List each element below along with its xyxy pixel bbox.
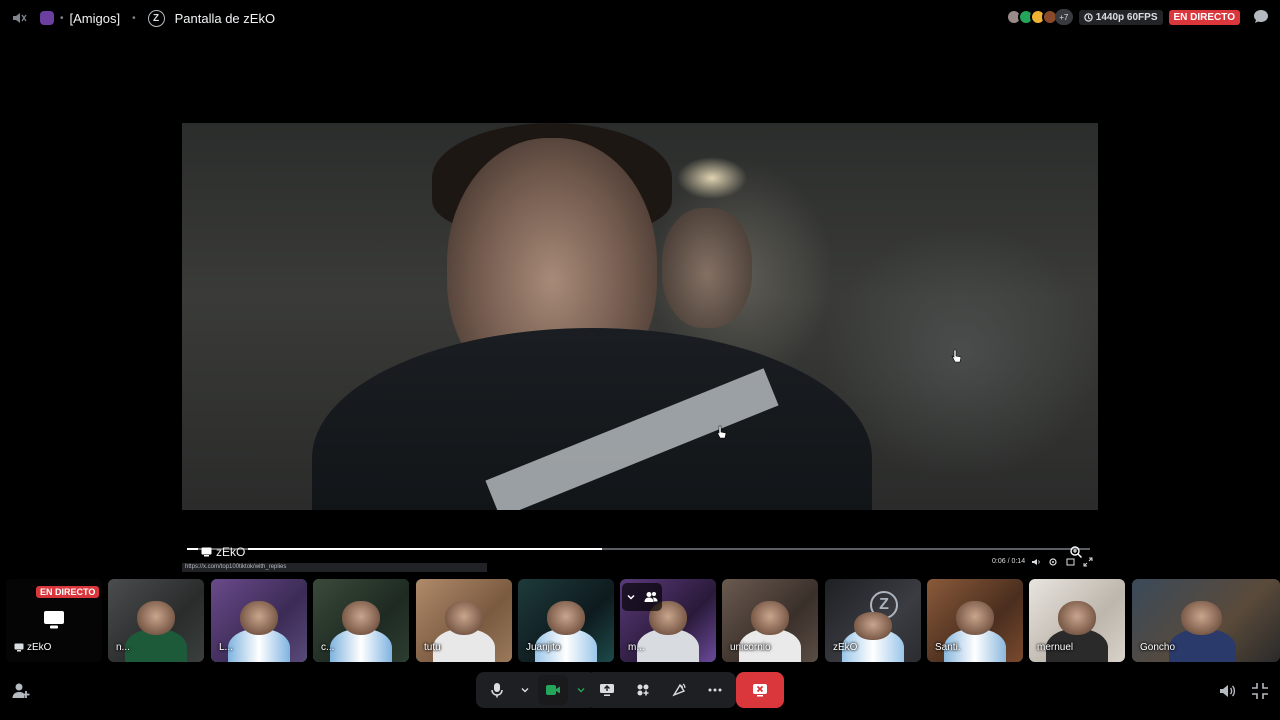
participant-name: Goncho (1140, 642, 1176, 653)
participant-name: n... (116, 642, 130, 653)
participant-name: c... (321, 642, 335, 653)
participant-name: zEkO (833, 642, 858, 653)
activity-controls (586, 672, 736, 708)
participant-tile[interactable]: m... (620, 579, 716, 662)
share-screen-icon (600, 684, 614, 696)
tile-overlay-controls[interactable] (622, 583, 662, 611)
activities-icon (637, 684, 649, 696)
chevron-down-icon (521, 688, 529, 693)
video-content (341, 600, 381, 636)
participant-tile[interactable]: mernuel (1029, 579, 1125, 662)
video-content (546, 600, 586, 636)
streamer-name: zEkO (216, 545, 246, 559)
hand-cursor-icon (716, 425, 727, 439)
quality-text: 1440p 60FPS (1095, 11, 1158, 23)
participant-name: zEkO (27, 642, 52, 653)
fullscreen-icon[interactable] (1083, 557, 1093, 567)
screen-share-icon (44, 611, 64, 629)
participant-tile[interactable]: Santi. (927, 579, 1023, 662)
screen-share-video[interactable] (182, 123, 1098, 510)
camera-icon (546, 685, 560, 695)
participant-name: m... (628, 642, 645, 653)
participant-name: tutu (424, 642, 441, 653)
microphone-options-button[interactable] (516, 675, 534, 705)
zoom-icon[interactable] (1069, 545, 1083, 559)
more-options-button[interactable] (700, 675, 730, 705)
stream-info-bar: zEkO https://x.com/top100tiktok/with_rep… (182, 540, 1098, 572)
channel-title: Pantalla de zEkO (174, 10, 276, 26)
video-content (444, 600, 484, 636)
participant-tile[interactable]: Juanjito (518, 579, 614, 662)
participant-tile-stream[interactable]: EN DIRECTO zEkO (6, 579, 102, 662)
separator-dot: • (132, 12, 136, 24)
participant-tile[interactable]: L... (211, 579, 307, 662)
participant-tile[interactable]: Goncho (1132, 579, 1280, 662)
video-content (312, 328, 872, 510)
streamer-label: zEkO (198, 545, 249, 559)
disconnect-icon (753, 684, 767, 697)
participant-tile[interactable]: Z zEkO (825, 579, 921, 662)
participant-tile[interactable]: n... (108, 579, 204, 662)
video-content (239, 600, 279, 636)
link-preview-url: https://x.com/top100tiktok/with_replies (182, 563, 487, 572)
chat-icon[interactable] (1252, 8, 1270, 26)
video-content (955, 600, 995, 636)
live-badge: EN DIRECTO (1168, 9, 1240, 25)
viewer-count-more: +7 (1054, 9, 1073, 25)
participant-name-row: zEkO (14, 642, 51, 653)
share-screen-button[interactable] (592, 675, 622, 705)
volume-icon[interactable] (1031, 557, 1041, 567)
zeko-logo-icon: Z (147, 9, 165, 27)
activities-button[interactable] (628, 675, 658, 705)
quality-icon (1084, 12, 1093, 22)
add-user-icon[interactable] (12, 682, 30, 700)
soundboard-button[interactable] (664, 675, 694, 705)
volume-icon[interactable] (1218, 682, 1236, 700)
screen-icon (14, 643, 24, 652)
soundboard-icon (672, 683, 686, 697)
top-bar: • [Amigos] • Z Pantalla de zEkO +7 1440p… (0, 0, 1280, 36)
separator-dot: • (60, 12, 64, 24)
chevron-down-icon (577, 688, 585, 693)
hand-cursor-icon (951, 349, 962, 363)
server-icon[interactable] (40, 11, 54, 25)
video-content (136, 600, 176, 636)
video-progress-bar[interactable] (187, 548, 1090, 550)
participant-name: Juanjito (526, 642, 561, 653)
participant-tile[interactable]: tutu (416, 579, 512, 662)
audio-video-controls (476, 672, 596, 708)
server-name[interactable]: [Amigos] (70, 11, 121, 26)
group-icon[interactable] (644, 591, 658, 603)
stream-quality-badge: 1440p 60FPS (1078, 9, 1163, 25)
video-content (662, 208, 752, 328)
speaker-muted-icon[interactable] (10, 9, 28, 27)
participant-name: mernuel (1037, 642, 1074, 653)
screen-icon (201, 547, 212, 557)
live-badge: EN DIRECTO (36, 586, 100, 598)
microphone-icon (491, 683, 503, 698)
participant-tile[interactable]: c... (313, 579, 409, 662)
video-content (750, 600, 790, 636)
more-icon (708, 688, 722, 692)
disconnect-button[interactable] (736, 672, 784, 708)
participant-tile[interactable]: unicornio (722, 579, 818, 662)
video-time: 0:06 / 0:14 (992, 558, 1026, 565)
exit-fullscreen-icon[interactable] (1251, 682, 1269, 700)
settings-icon[interactable] (1048, 557, 1058, 567)
video-content (853, 612, 893, 641)
viewer-avatars[interactable]: +7 (1005, 9, 1073, 25)
camera-button[interactable] (538, 675, 568, 705)
chevron-down-icon[interactable] (626, 592, 636, 602)
participant-name: L... (219, 642, 233, 653)
video-content (1057, 600, 1097, 636)
microphone-button[interactable] (482, 675, 512, 705)
participant-name: unicornio (730, 642, 771, 653)
participant-strip: EN DIRECTO zEkO n... L... c... tutu Juan… (6, 579, 1280, 662)
progress-fill (187, 548, 603, 550)
participant-name: Santi. (935, 642, 961, 653)
video-content (1180, 600, 1223, 636)
